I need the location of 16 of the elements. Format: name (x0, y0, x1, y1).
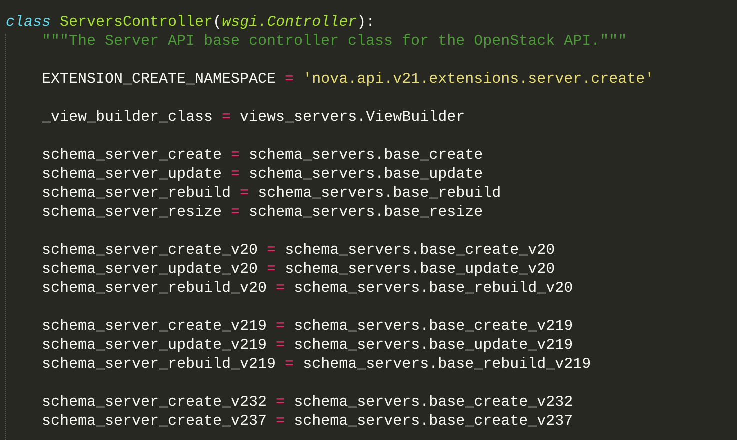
code-line: schema_server_update = schema_servers.base_update (42, 165, 484, 184)
code-line: _view_builder_class = views_servers.ViewBuilder (42, 108, 466, 127)
code-line: schema_server_create = schema_servers.base_create (42, 146, 484, 165)
code-line: schema_server_update_v20 = schema_servers.base_update_v20 (42, 260, 556, 279)
code-line: schema_server_rebuild_v20 = schema_servers.base_rebuild_v20 (42, 279, 574, 298)
code-line: schema_server_resize = schema_servers.base_resize (42, 203, 484, 222)
code-line: """The Server API base controller class for the OpenStack API.""" (42, 32, 628, 51)
code-line: schema_server_update_v219 = schema_servers.base_update_v219 (42, 336, 574, 355)
code-line: schema_server_create_v232 = schema_servers.base_create_v232 (42, 393, 574, 412)
code-line: schema_server_create_v20 = schema_servers.base_create_v20 (42, 241, 556, 260)
code-line: schema_server_rebuild_v219 = schema_servers.base_rebuild_v219 (42, 355, 592, 374)
code-line: EXTENSION_CREATE_NAMESPACE = 'nova.api.v21.extensions.server.create' (42, 70, 654, 89)
code-line: class ServersController(wsgi.Controller): (6, 13, 376, 32)
code-line: schema_server_rebuild = schema_servers.base_rebuild (42, 184, 502, 203)
code-line: schema_server_create_v237 = schema_servers.base_create_v237 (42, 412, 574, 431)
code-line: schema_server_create_v219 = schema_servers.base_create_v219 (42, 317, 574, 336)
